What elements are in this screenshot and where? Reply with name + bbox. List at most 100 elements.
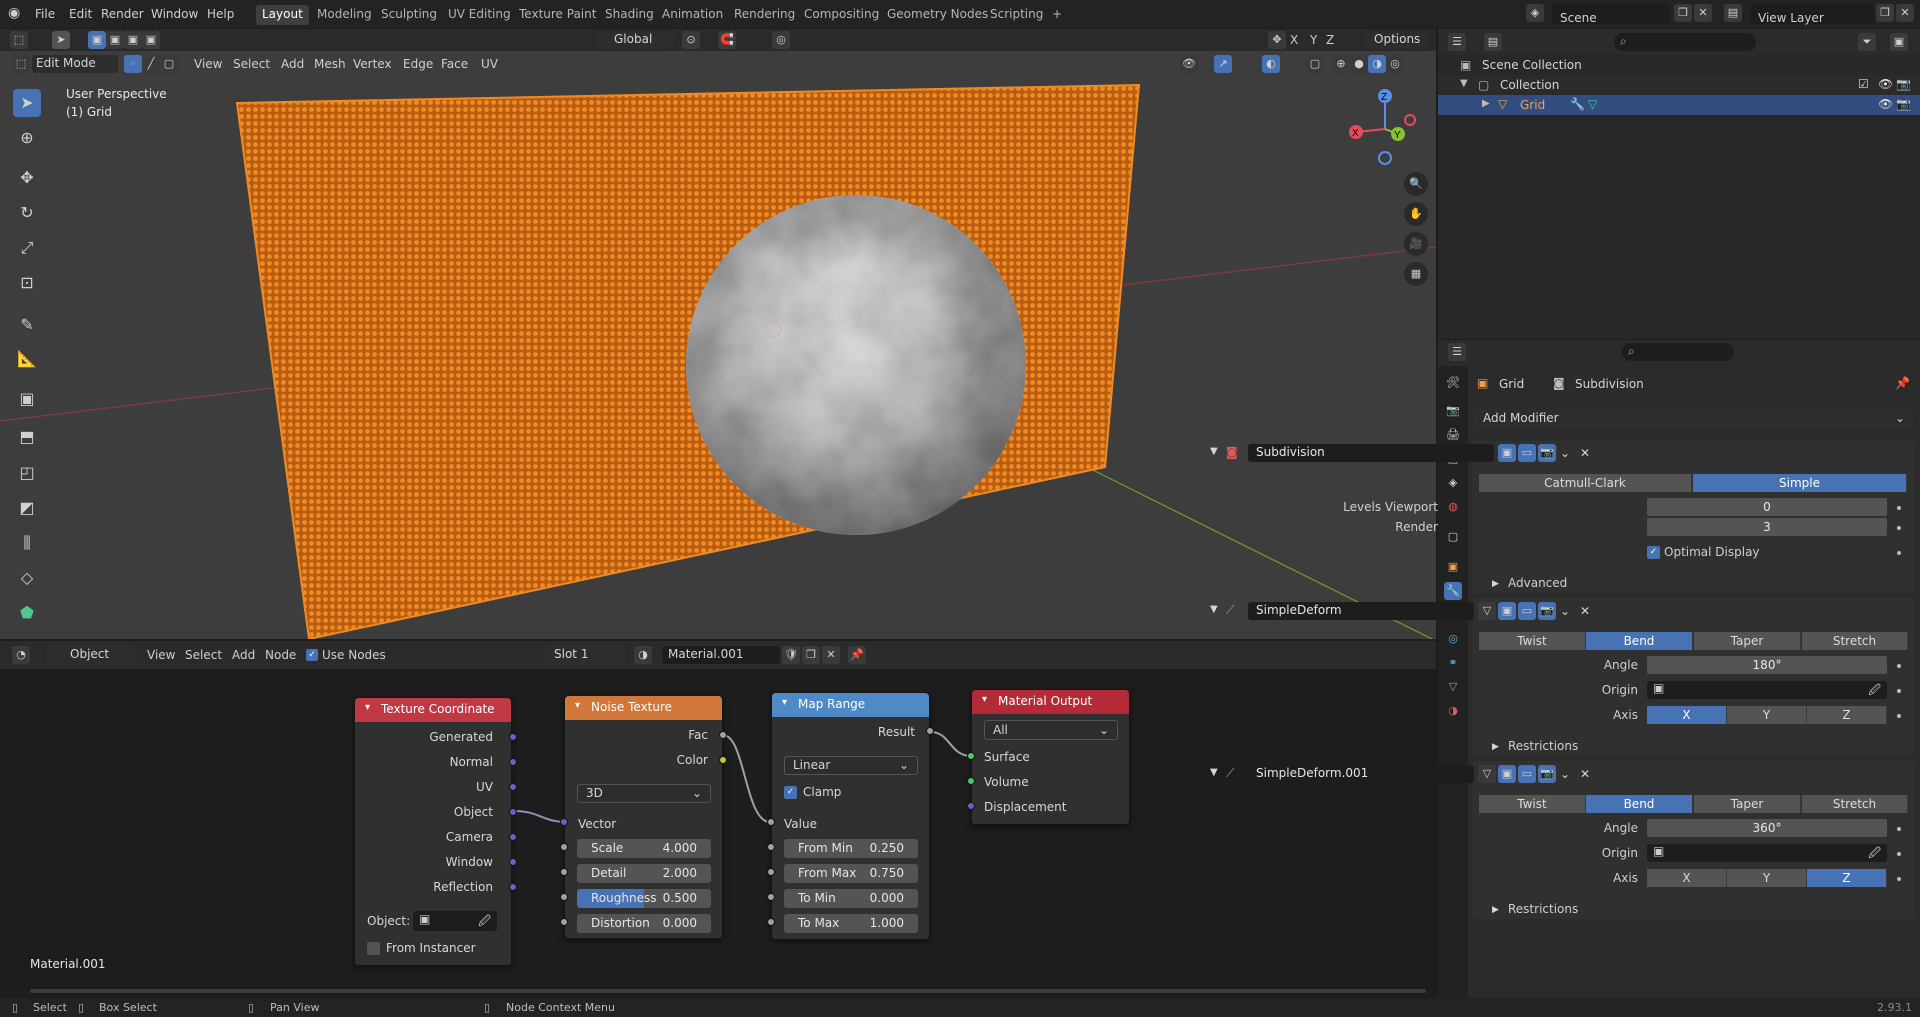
map-range-node[interactable]: Map Range Result Linear⌄ ✓ Clamp Value F…: [771, 692, 930, 940]
catmull-clark-button[interactable]: Catmull-Clark: [1479, 474, 1692, 492]
noise-texture-node[interactable]: Noise Texture Fac Color 3D⌄ Vector Scale…: [564, 695, 723, 939]
from-max-field[interactable]: From Max 0.750: [784, 864, 918, 883]
texture-coordinate-header[interactable]: Texture Coordinate: [355, 698, 511, 722]
subdivision-editmode-icon[interactable]: ▣: [1498, 444, 1516, 462]
sd2-taper-button[interactable]: Taper: [1694, 795, 1801, 813]
modifier-tab-icon[interactable]: 🔧: [1444, 582, 1462, 600]
subdivision-render-icon[interactable]: 📷: [1538, 444, 1556, 462]
camera-view-icon[interactable]: 🎥: [1404, 232, 1428, 256]
from-instancer-checkbox[interactable]: [367, 942, 380, 955]
pivot-icon[interactable]: ⊙: [682, 31, 700, 49]
mode-dropdown[interactable]: Edit Mode: [32, 55, 118, 73]
advanced-subpanel[interactable]: Advanced: [1508, 576, 1567, 590]
noise-socket-fac[interactable]: [719, 731, 727, 739]
simple-button[interactable]: Simple: [1693, 474, 1907, 492]
overlay-icon[interactable]: ◐: [1262, 55, 1280, 73]
map-range-socket-to-min[interactable]: [767, 893, 775, 901]
tab-animation[interactable]: Animation: [656, 5, 729, 25]
noise-socket-distortion[interactable]: [560, 918, 568, 926]
noise-socket-color[interactable]: [719, 756, 727, 764]
simple-deform-header[interactable]: ▼ ⟋ SimpleDeform ▽ ▣ ▭ 📷 ⌄ ✕: [1208, 601, 1590, 623]
cursor-tool-icon[interactable]: ⊕: [13, 124, 41, 152]
poly-build-tool-icon[interactable]: ⬟: [13, 599, 41, 627]
sd1-taper-button[interactable]: Taper: [1694, 632, 1801, 650]
transform-orientation-dropdown[interactable]: Global: [594, 31, 674, 49]
sd2-axis-keyframe-icon[interactable]: [1897, 877, 1901, 881]
menu-edit[interactable]: Edit: [69, 7, 92, 21]
render-levels-field[interactable]: 3: [1647, 518, 1887, 536]
viewport-3d[interactable]: [0, 29, 1436, 639]
knife-tool-icon[interactable]: ◇: [13, 564, 41, 592]
tab-sculpting[interactable]: Sculpting: [375, 5, 443, 25]
edge-select-icon[interactable]: ╱: [142, 55, 160, 73]
scale-tool-icon[interactable]: ⤢: [13, 234, 41, 262]
rendered-shading-icon[interactable]: ◎: [1386, 55, 1404, 73]
map-range-socket-from-min[interactable]: [767, 843, 775, 851]
select-mode-extend-icon[interactable]: ▣: [106, 31, 124, 49]
simple-deform-001-collapse-icon[interactable]: ▼: [1210, 767, 1218, 778]
view-layer-icon[interactable]: ▤: [1724, 4, 1742, 22]
simple-deform-editmode-icon[interactable]: ▣: [1498, 602, 1516, 620]
simple-deform-001-name-field[interactable]: SimpleDeform.001: [1248, 765, 1474, 783]
sd1-axis-z-button[interactable]: Z: [1807, 706, 1887, 724]
ortho-toggle-icon[interactable]: ▦: [1404, 262, 1428, 286]
vp-menu-view[interactable]: View: [194, 57, 222, 71]
add-workspace-button[interactable]: +: [1046, 5, 1068, 25]
axis-z-toggle[interactable]: Z: [1326, 33, 1334, 47]
sd1-stretch-button[interactable]: Stretch: [1802, 632, 1908, 650]
material-output-node[interactable]: Material Output All⌄ Surface Volume Disp…: [971, 689, 1130, 825]
rotate-tool-icon[interactable]: ↻: [13, 199, 41, 227]
vp-menu-face[interactable]: Face: [441, 57, 468, 71]
tc-object-field[interactable]: ▣ 🖉: [413, 911, 497, 931]
tab-compositing[interactable]: Compositing: [798, 5, 885, 25]
sd1-twist-button[interactable]: Twist: [1479, 632, 1586, 650]
select-mode-subtract-icon[interactable]: ▣: [124, 31, 142, 49]
tab-rendering[interactable]: Rendering: [728, 5, 801, 25]
simple-deform-remove-icon[interactable]: ✕: [1580, 604, 1590, 618]
levels-viewport-keyframe-icon[interactable]: [1897, 506, 1901, 510]
xray-icon[interactable]: ▢: [1306, 55, 1324, 73]
remove-view-layer-icon[interactable]: ✕: [1896, 4, 1914, 22]
subdivision-name-field[interactable]: Subdivision: [1248, 444, 1494, 462]
noise-socket-roughness[interactable]: [560, 893, 568, 901]
output-target-dropdown[interactable]: All ⌄: [984, 720, 1118, 740]
tool-tab-icon[interactable]: 🛠: [1444, 374, 1462, 392]
measure-tool-icon[interactable]: 📐: [13, 345, 41, 373]
sd1-restrictions-subpanel[interactable]: Restrictions: [1508, 739, 1578, 753]
sd2-angle-field[interactable]: 360°: [1647, 819, 1887, 837]
subdivision-remove-icon[interactable]: ✕: [1580, 446, 1590, 460]
vp-menu-select[interactable]: Select: [233, 57, 270, 71]
noise-detail-field[interactable]: Detail 2.000: [577, 864, 711, 883]
map-range-socket-result[interactable]: [926, 727, 934, 735]
view-layer-field[interactable]: View Layer: [1750, 4, 1874, 25]
scene-field[interactable]: Scene: [1552, 4, 1670, 25]
sd1-angle-keyframe-icon[interactable]: [1897, 664, 1901, 668]
sd1-origin-keyframe-icon[interactable]: [1897, 689, 1901, 693]
simple-deform-viewport-icon[interactable]: ▭: [1518, 602, 1536, 620]
simple-deform-001-editmode-icon[interactable]: ▣: [1498, 765, 1516, 783]
proportional-edit-icon[interactable]: ◎: [772, 31, 790, 49]
sd2-origin-field[interactable]: ▣ 🖉: [1647, 844, 1887, 862]
to-max-field[interactable]: To Max 1.000: [784, 914, 918, 933]
simple-deform-collapse-icon[interactable]: ▼: [1210, 604, 1218, 615]
pan-hand-icon[interactable]: ✋: [1404, 202, 1428, 226]
simple-deform-001-menu-icon[interactable]: ⌄: [1560, 767, 1570, 781]
from-min-field[interactable]: From Min 0.250: [784, 839, 918, 858]
vp-menu-uv[interactable]: UV: [481, 57, 498, 71]
tab-modeling[interactable]: Modeling: [311, 5, 378, 25]
simple-deform-001-viewport-icon[interactable]: ▭: [1518, 765, 1536, 783]
select-mode-intersect-icon[interactable]: ▣: [142, 31, 160, 49]
menu-render[interactable]: Render: [101, 7, 144, 21]
menu-window[interactable]: Window: [151, 7, 198, 21]
tab-layout[interactable]: Layout: [256, 5, 309, 25]
scene-collection-row[interactable]: ▣ Scene Collection: [1438, 55, 1920, 75]
filter-icon[interactable]: ⏷: [1858, 33, 1876, 51]
noise-roughness-field[interactable]: Roughness 0.500: [577, 889, 711, 908]
face-select-icon[interactable]: ▢: [160, 55, 178, 73]
render-tab-icon[interactable]: 📷: [1444, 402, 1462, 420]
scene-tab-icon[interactable]: ◈: [1444, 474, 1462, 492]
grid-expand-icon[interactable]: ▶: [1482, 98, 1490, 109]
noise-socket-vector[interactable]: [560, 818, 568, 826]
grid-render-icon[interactable]: 📷: [1896, 97, 1911, 111]
noise-scale-field[interactable]: Scale 4.000: [577, 839, 711, 858]
